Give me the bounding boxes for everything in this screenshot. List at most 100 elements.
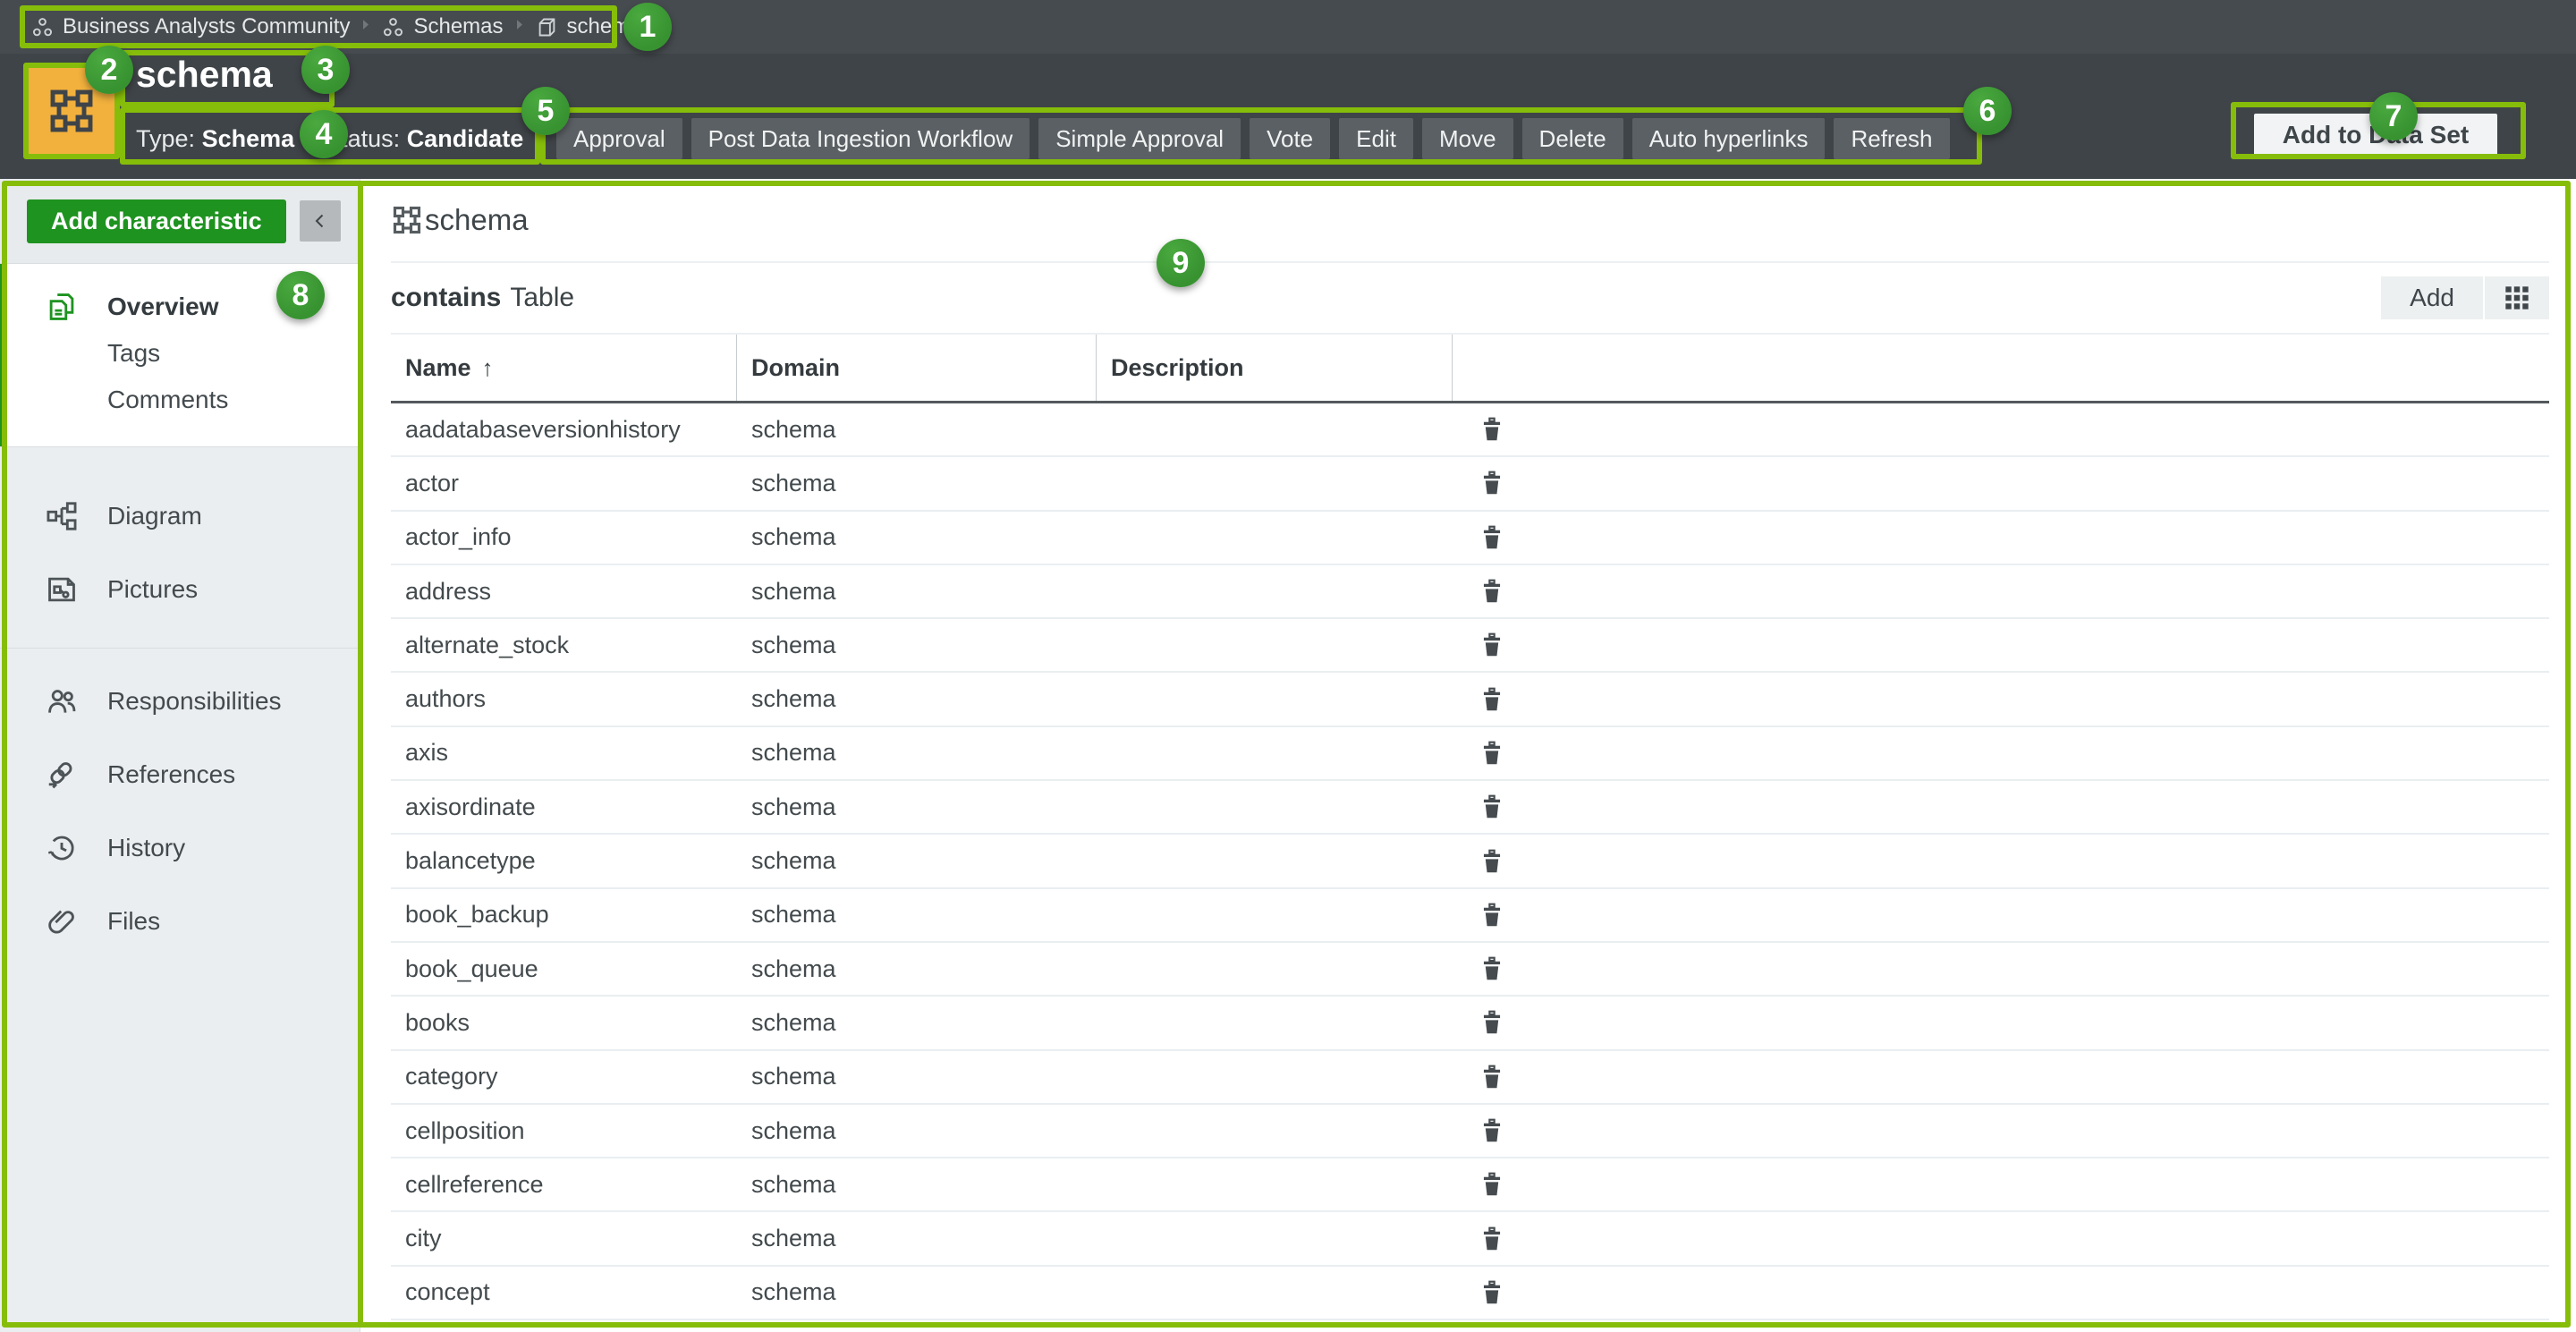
cell-name[interactable]: axis [391, 739, 737, 767]
cell-name[interactable]: authors [391, 685, 737, 713]
table-row[interactable]: actor schema [391, 457, 2549, 511]
toolbar-button[interactable]: Move [1422, 118, 1513, 159]
table-row[interactable]: books schema [391, 997, 2549, 1050]
delete-row-button[interactable] [1478, 846, 1506, 877]
sidebar-item-overview[interactable]: Overview [0, 284, 360, 330]
relation-section-title: containsTable [391, 283, 574, 313]
toolbar-button[interactable]: Post Data Ingestion Workflow [691, 118, 1030, 159]
delete-row-button[interactable] [1478, 900, 1506, 930]
cell-name[interactable]: book_backup [391, 901, 737, 929]
schema-icon [47, 86, 97, 136]
sidebar-item-responsibilities[interactable]: Responsibilities [0, 665, 360, 738]
cell-name[interactable]: city [391, 1225, 737, 1252]
table-row[interactable]: concept schema [391, 1267, 2549, 1320]
table-row[interactable]: city schema [391, 1212, 2549, 1266]
cell-actions [1453, 738, 2549, 768]
cell-name[interactable]: cellreference [391, 1171, 737, 1199]
table-row[interactable]: authors schema [391, 673, 2549, 726]
cell-name[interactable]: balancetype [391, 847, 737, 875]
table-row[interactable]: cellreference schema [391, 1158, 2549, 1212]
delete-row-button[interactable] [1478, 684, 1506, 715]
column-header-description[interactable]: Description [1097, 335, 1453, 401]
cell-name[interactable]: axisordinate [391, 793, 737, 821]
toolbar-button[interactable]: Edit [1339, 118, 1413, 159]
breadcrumb-item-community[interactable]: Business Analysts Community [30, 14, 350, 39]
cell-domain: schema [737, 1225, 1097, 1252]
delete-row-button[interactable] [1478, 576, 1506, 607]
cell-domain: schema [737, 847, 1097, 875]
delete-row-button[interactable] [1478, 1224, 1506, 1254]
cell-name[interactable]: actor_info [391, 523, 737, 551]
table-row[interactable]: book_queue schema [391, 943, 2549, 997]
trash-icon [1478, 1007, 1506, 1038]
table-row[interactable]: alternate_stock schema [391, 619, 2549, 673]
column-header-domain[interactable]: Domain [737, 335, 1097, 401]
cell-actions [1453, 468, 2549, 498]
column-header-name[interactable]: Name ↑ [391, 335, 737, 401]
sidebar-item-label: References [107, 760, 235, 789]
table-row[interactable]: aadatabaseversionhistory schema [391, 403, 2549, 457]
content-asset-header: schema [391, 179, 2549, 263]
cell-name[interactable]: book_queue [391, 955, 737, 983]
add-to-dataset-button[interactable]: Add to Data Set [2254, 114, 2497, 156]
delete-row-button[interactable] [1478, 792, 1506, 822]
sidebar: Add characteristic Overview Tags [0, 179, 360, 1332]
cell-name[interactable]: address [391, 578, 737, 606]
breadcrumb-item-schemas[interactable]: Schemas [381, 14, 503, 39]
sidebar-item-tags[interactable]: Tags [0, 330, 360, 377]
table-body: aadatabaseversionhistory schema [391, 403, 2549, 1320]
cell-name[interactable]: books [391, 1009, 737, 1037]
trash-icon [1478, 1169, 1506, 1200]
table-actions: Add [2381, 276, 2549, 319]
delete-row-button[interactable] [1478, 1169, 1506, 1200]
cell-name[interactable]: cellposition [391, 1117, 737, 1145]
cell-name[interactable]: category [391, 1063, 737, 1090]
table-row[interactable]: book_backup schema [391, 889, 2549, 943]
delete-row-button[interactable] [1478, 1062, 1506, 1092]
table-row[interactable]: balancetype schema [391, 835, 2549, 888]
toolbar-button[interactable]: Delete [1522, 118, 1623, 159]
table-row[interactable]: axis schema [391, 727, 2549, 781]
sidebar-item-references[interactable]: References [0, 738, 360, 811]
sidebar-item-comments[interactable]: Comments [0, 377, 360, 423]
delete-row-button[interactable] [1478, 630, 1506, 660]
delete-row-button[interactable] [1478, 414, 1506, 445]
add-relation-button[interactable]: Add [2381, 276, 2483, 319]
delete-row-button[interactable] [1478, 1116, 1506, 1146]
toolbar-button[interactable]: Approval [556, 118, 682, 159]
delete-row-button[interactable] [1478, 468, 1506, 498]
sidebar-item-files[interactable]: Files [0, 885, 360, 958]
cell-name[interactable]: actor [391, 470, 737, 497]
sidebar-item-pictures[interactable]: Pictures [0, 553, 360, 626]
cell-name[interactable]: aadatabaseversionhistory [391, 416, 737, 444]
breadcrumb-item-schema[interactable]: schema [535, 14, 642, 39]
table-row[interactable]: axisordinate schema [391, 781, 2549, 835]
sidebar-top-strip: Add characteristic [0, 179, 360, 264]
delete-row-button[interactable] [1478, 1277, 1506, 1308]
history-clock-icon [45, 831, 79, 865]
people-icon [45, 684, 79, 718]
table-row[interactable]: cellposition schema [391, 1105, 2549, 1158]
cell-name[interactable]: concept [391, 1278, 737, 1306]
delete-row-button[interactable] [1478, 954, 1506, 984]
delete-row-button[interactable] [1478, 1007, 1506, 1038]
add-characteristic-button[interactable]: Add characteristic [27, 199, 286, 243]
table-row[interactable]: category schema [391, 1051, 2549, 1105]
sidebar-collapse-button[interactable] [300, 200, 341, 242]
toolbar-button[interactable]: Vote [1250, 118, 1330, 159]
sidebar-item-diagram[interactable]: Diagram [0, 479, 360, 553]
toolbar-button[interactable]: Auto hyperlinks [1632, 118, 1826, 159]
table-row[interactable]: address schema [391, 565, 2549, 619]
breadcrumb-label: Business Analysts Community [63, 14, 350, 39]
cell-domain: schema [737, 1117, 1097, 1145]
table-options-button[interactable] [2485, 276, 2549, 319]
table-row[interactable]: actor_info schema [391, 512, 2549, 565]
toolbar-button[interactable]: Refresh [1834, 118, 1949, 159]
delete-row-button[interactable] [1478, 522, 1506, 553]
cell-name[interactable]: alternate_stock [391, 632, 737, 659]
delete-row-button[interactable] [1478, 738, 1506, 768]
chevron-right-icon [358, 17, 373, 37]
cell-actions [1453, 1277, 2549, 1308]
toolbar-button[interactable]: Simple Approval [1038, 118, 1241, 159]
sidebar-item-history[interactable]: History [0, 811, 360, 885]
